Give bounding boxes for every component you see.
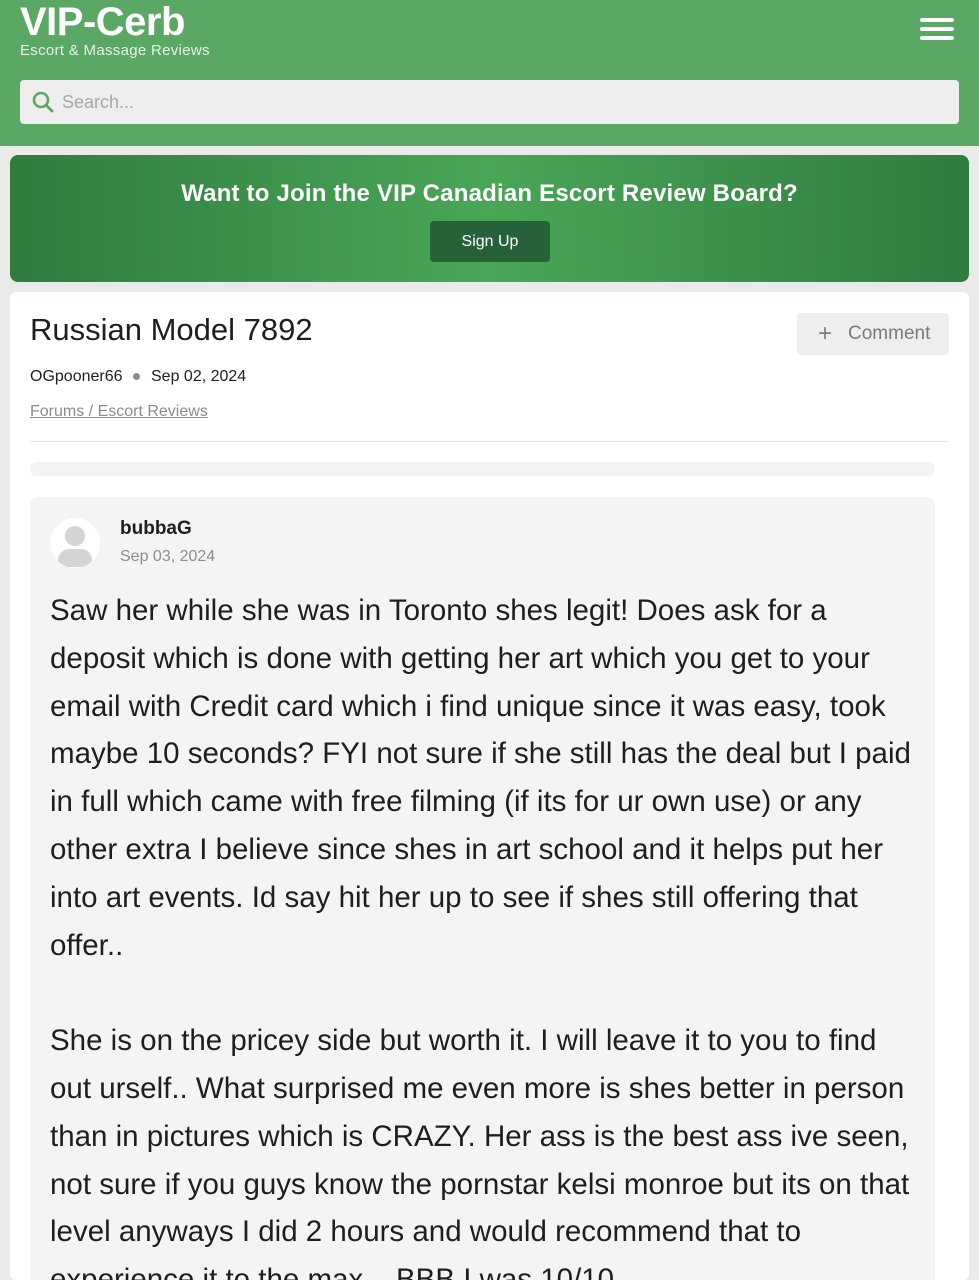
plus-icon: +	[818, 320, 833, 347]
search-bar[interactable]	[20, 80, 959, 124]
thread-date: Sep 02, 2024	[151, 368, 247, 385]
hamburger-menu-icon[interactable]	[918, 16, 956, 42]
breadcrumb[interactable]: Forums / Escort Reviews	[30, 403, 208, 421]
thread-author[interactable]: OGpooner66	[30, 368, 123, 386]
content-separator	[30, 462, 935, 476]
divider	[30, 441, 949, 442]
post-username[interactable]: bubbaG	[120, 518, 192, 540]
site-header: VIP-Cerb Escort & Massage Reviews	[0, 0, 979, 146]
comment-post: bubbaG Sep 03, 2024 Saw her while she wa…	[30, 497, 935, 1280]
join-banner: Want to Join the VIP Canadian Escort Rev…	[10, 155, 969, 282]
banner-title: Want to Join the VIP Canadian Escort Rev…	[181, 180, 798, 207]
comment-button-label: Comment	[848, 323, 931, 344]
search-input[interactable]	[62, 80, 942, 124]
post-paragraph: She is on the pricey side but worth it. …	[50, 1024, 910, 1280]
user-avatar-icon[interactable]	[50, 518, 100, 568]
sign-up-button[interactable]: Sign Up	[430, 221, 550, 262]
search-icon	[32, 91, 54, 113]
site-logo-title[interactable]: VIP-Cerb	[20, 0, 185, 44]
thread-container: Russian Model 7892 + Comment OGpooner66 …	[10, 292, 969, 1280]
post-paragraph: Saw her while she was in Toronto shes le…	[50, 594, 911, 962]
post-date: Sep 03, 2024	[120, 548, 216, 565]
comment-button[interactable]: + Comment	[797, 313, 949, 355]
separator-dot-icon	[133, 373, 140, 380]
thread-title: Russian Model 7892	[30, 312, 313, 347]
site-tagline: Escort & Massage Reviews	[20, 42, 210, 59]
post-body: Saw her while she was in Toronto shes le…	[50, 587, 922, 1280]
